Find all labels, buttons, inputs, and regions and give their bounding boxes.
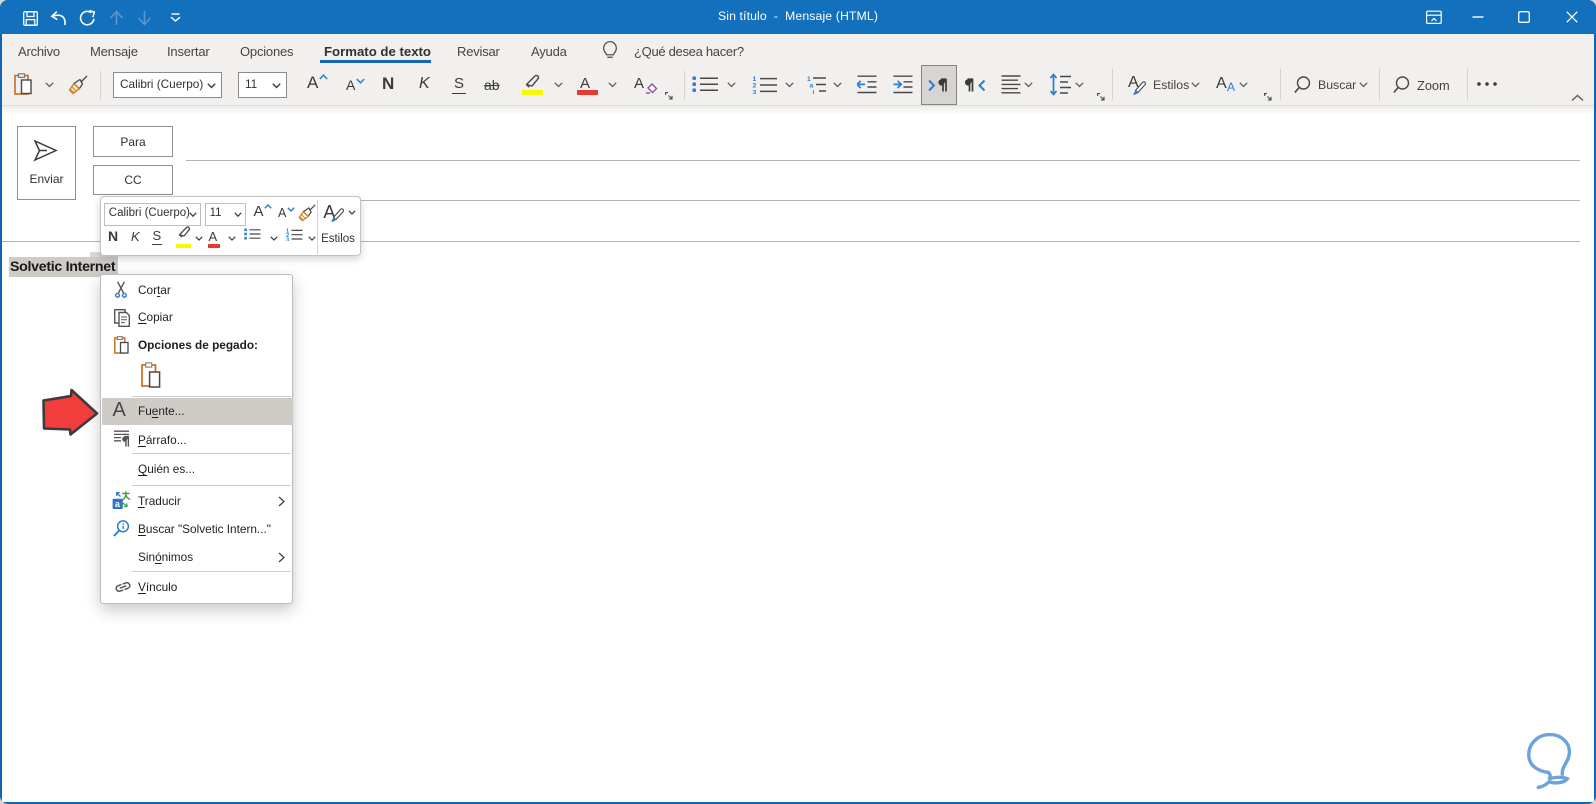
svg-text:3: 3 xyxy=(753,89,757,94)
svg-text:i: i xyxy=(813,89,815,94)
svg-text:3: 3 xyxy=(286,237,289,241)
